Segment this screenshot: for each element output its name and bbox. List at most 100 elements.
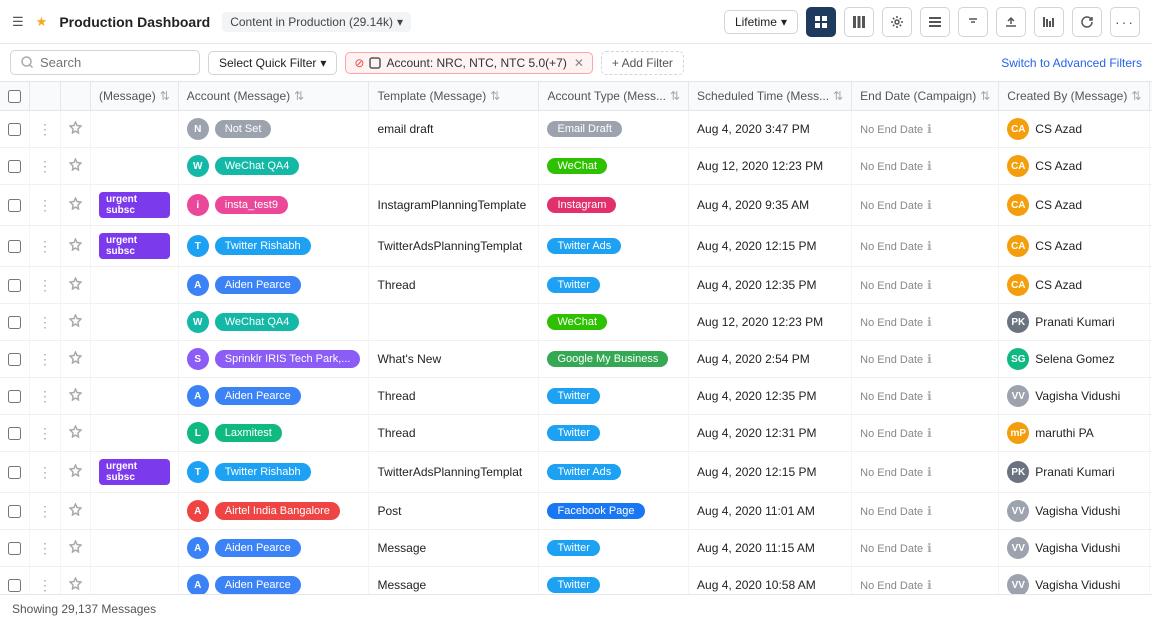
row-created-by: VV Vagisha Vidushi: [999, 530, 1150, 567]
th-created-by[interactable]: Created By (Message)⇅: [999, 82, 1150, 111]
bars-button[interactable]: [1034, 7, 1064, 37]
th-account-type[interactable]: Account Type (Mess...⇅: [539, 82, 689, 111]
row-dots[interactable]: ⋮: [30, 415, 61, 452]
row-dots[interactable]: ⋮: [30, 378, 61, 415]
row-checkbox-12[interactable]: [8, 579, 21, 592]
columns-view-button[interactable]: [844, 7, 874, 37]
right-controls: Lifetime ▾ ···: [724, 7, 1140, 37]
upload-button[interactable]: [996, 7, 1026, 37]
content-label: urgent subsc: [99, 192, 170, 218]
content-badge[interactable]: Content in Production (29.14k) ▾: [222, 12, 411, 32]
end-date-info-icon[interactable]: ℹ: [927, 465, 932, 479]
row-dots[interactable]: ⋮: [30, 341, 61, 378]
row-template: Thread: [369, 378, 539, 415]
row-message: [91, 415, 179, 452]
row-dots[interactable]: ⋮: [30, 267, 61, 304]
end-date-info-icon[interactable]: ℹ: [927, 541, 932, 555]
th-end-date[interactable]: End Date (Campaign)⇅: [852, 82, 999, 111]
lifetime-button[interactable]: Lifetime ▾: [724, 10, 798, 34]
row-dots[interactable]: ⋮: [30, 148, 61, 185]
end-date-info-icon[interactable]: ℹ: [927, 578, 932, 592]
row-dots[interactable]: ⋮: [30, 567, 61, 595]
row-account[interactable]: A Aiden Pearce: [178, 567, 369, 595]
end-date-info-icon[interactable]: ℹ: [927, 198, 932, 212]
row-message: urgent subsc: [91, 452, 179, 493]
row-created-by: PK Pranati Kumari: [999, 304, 1150, 341]
row-template: What's New: [369, 341, 539, 378]
advanced-filters-link[interactable]: Switch to Advanced Filters: [1001, 56, 1142, 70]
row-checkbox-0[interactable]: [8, 123, 21, 136]
row-dots[interactable]: ⋮: [30, 185, 61, 226]
row-dots[interactable]: ⋮: [30, 111, 61, 148]
search-input[interactable]: [40, 55, 170, 70]
filter-chip: ⊘ Account: NRC, NTC, NTC 5.0(+7) ✕: [345, 52, 593, 74]
end-date-info-icon[interactable]: ℹ: [927, 159, 932, 173]
row-message: urgent subsc: [91, 185, 179, 226]
row-account[interactable]: A Aiden Pearce: [178, 530, 369, 567]
row-message: [91, 341, 179, 378]
table-row: ⋮ urgent subsc T Twitter Rishabh TwitterA…: [0, 452, 1152, 493]
th-message[interactable]: (Message)⇅: [91, 82, 179, 111]
row-scheduled: Aug 4, 2020 12:15 PM: [689, 452, 852, 493]
quick-filter-button[interactable]: Select Quick Filter ▾: [208, 51, 337, 75]
row-account[interactable]: A Aiden Pearce: [178, 267, 369, 304]
row-account[interactable]: S Sprinklr IRIS Tech Park,...: [178, 341, 369, 378]
filter-chip-remove[interactable]: ✕: [574, 56, 584, 70]
row-checkbox-7[interactable]: [8, 390, 21, 403]
row-template: Post: [369, 493, 539, 530]
row-dots[interactable]: ⋮: [30, 493, 61, 530]
row-checkbox-8[interactable]: [8, 427, 21, 440]
row-account-type: Twitter Ads: [539, 226, 689, 267]
menu-icon[interactable]: ☰: [12, 14, 24, 30]
end-date-info-icon[interactable]: ℹ: [927, 504, 932, 518]
th-template[interactable]: Template (Message)⇅: [369, 82, 539, 111]
table-row: ⋮ N Not Set email draftEmail DraftAug 4,…: [0, 111, 1152, 148]
row-checkbox-4[interactable]: [8, 279, 21, 292]
add-filter-button[interactable]: + Add Filter: [601, 51, 684, 75]
end-date-info-icon[interactable]: ℹ: [927, 122, 932, 136]
end-date-info-icon[interactable]: ℹ: [927, 352, 932, 366]
row-account[interactable]: A Aiden Pearce: [178, 378, 369, 415]
row-dots[interactable]: ⋮: [30, 226, 61, 267]
row-pin-icon: [61, 378, 91, 415]
row-end-date: No End Dateℹ: [852, 226, 999, 267]
refresh-button[interactable]: [1072, 7, 1102, 37]
row-checkbox-9[interactable]: [8, 466, 21, 479]
row-template: InstagramPlanningTemplate: [369, 185, 539, 226]
row-checkbox-3[interactable]: [8, 240, 21, 253]
rows-button[interactable]: [920, 7, 950, 37]
row-dots[interactable]: ⋮: [30, 452, 61, 493]
row-checkbox-2[interactable]: [8, 199, 21, 212]
row-checkbox-6[interactable]: [8, 353, 21, 366]
row-account[interactable]: A Airtel India Bangalore: [178, 493, 369, 530]
end-date-info-icon[interactable]: ℹ: [927, 278, 932, 292]
row-checkbox-11[interactable]: [8, 542, 21, 555]
end-date-info-icon[interactable]: ℹ: [927, 315, 932, 329]
row-checkbox-1[interactable]: [8, 160, 21, 173]
row-template: [369, 148, 539, 185]
more-options-button[interactable]: ···: [1110, 7, 1140, 37]
row-dots[interactable]: ⋮: [30, 530, 61, 567]
row-account[interactable]: W WeChat QA4: [178, 148, 369, 185]
row-account[interactable]: i insta_test9: [178, 185, 369, 226]
grid-view-button[interactable]: [806, 7, 836, 37]
select-all-checkbox[interactable]: [8, 90, 21, 103]
row-account[interactable]: T Twitter Rishabh: [178, 452, 369, 493]
settings-button[interactable]: [882, 7, 912, 37]
row-dots[interactable]: ⋮: [30, 304, 61, 341]
row-account[interactable]: T Twitter Rishabh: [178, 226, 369, 267]
sort-button[interactable]: [958, 7, 988, 37]
row-checkbox-10[interactable]: [8, 505, 21, 518]
end-date-info-icon[interactable]: ℹ: [927, 426, 932, 440]
row-checkbox-5[interactable]: [8, 316, 21, 329]
row-template: TwitterAdsPlanningTemplat: [369, 452, 539, 493]
end-date-info-icon[interactable]: ℹ: [927, 239, 932, 253]
th-account[interactable]: Account (Message)⇅: [178, 82, 369, 111]
star-icon[interactable]: ★: [36, 14, 48, 30]
row-account[interactable]: W WeChat QA4: [178, 304, 369, 341]
row-account[interactable]: N Not Set: [178, 111, 369, 148]
end-date-info-icon[interactable]: ℹ: [927, 389, 932, 403]
th-scheduled[interactable]: Scheduled Time (Mess...⇅: [689, 82, 852, 111]
row-account[interactable]: L Laxmitest: [178, 415, 369, 452]
search-box[interactable]: [10, 50, 200, 75]
